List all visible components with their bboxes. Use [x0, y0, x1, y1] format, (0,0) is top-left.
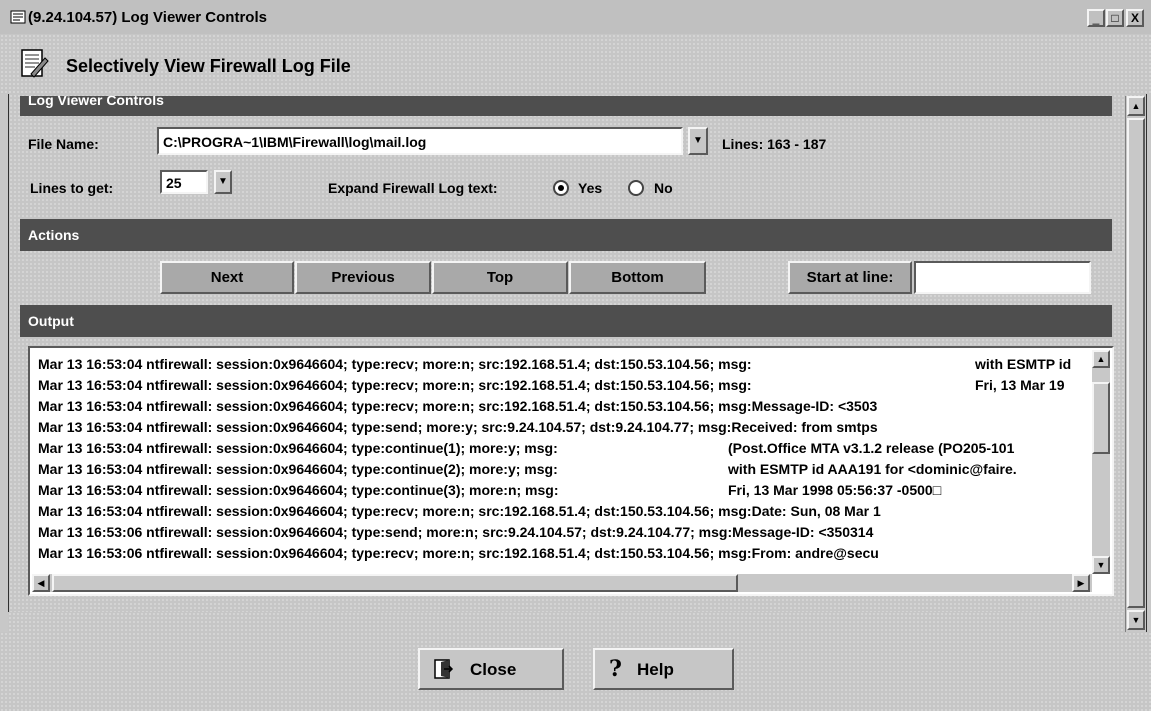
expand-no-radio[interactable]	[628, 180, 644, 196]
log-line: Mar 13 16:53:06 ntfirewall: session:0x96…	[38, 522, 1088, 543]
window-title: (9.24.104.57) Log Viewer Controls	[28, 9, 267, 26]
header: Selectively View Firewall Log File	[0, 34, 1151, 94]
help-button-label: Help	[637, 660, 674, 679]
log-line: Mar 13 16:53:04 ntfirewall: session:0x96…	[38, 375, 1088, 396]
log-line: Mar 13 16:53:04 ntfirewall: session:0x96…	[38, 417, 1088, 438]
previous-button[interactable]: Previous	[295, 261, 431, 294]
scroll-left-icon[interactable]: ◀	[32, 574, 50, 592]
log-line: Mar 13 16:53:04 ntfirewall: session:0x96…	[38, 396, 1088, 417]
expand-yes-label: Yes	[578, 180, 603, 196]
lines-to-get-label: Lines to get:	[30, 180, 114, 196]
log-line-text: Mar 13 16:53:04 ntfirewall: session:0x96…	[38, 503, 881, 519]
title-bar: (9.24.104.57) Log Viewer Controls _ □ X	[0, 0, 1151, 35]
log-line: Mar 13 16:53:04 ntfirewall: session:0x96…	[38, 438, 1088, 459]
log-line-continuation: with ESMTP id AAA191 for <dominic@faire.	[728, 461, 1017, 477]
log-line: Mar 13 16:53:06 ntfirewall: session:0x96…	[38, 543, 1088, 564]
log-line-text: Mar 13 16:53:06 ntfirewall: session:0x96…	[38, 545, 879, 561]
log-line-text: Mar 13 16:53:04 ntfirewall: session:0x96…	[38, 377, 752, 393]
close-window-button[interactable]: X	[1126, 9, 1144, 27]
scroll-down-icon[interactable]: ▼	[1092, 556, 1110, 574]
question-mark-icon: ?	[609, 656, 622, 682]
expand-yes-radio[interactable]	[553, 180, 569, 196]
pane-scroll-up-icon[interactable]: ▲	[1127, 96, 1145, 116]
log-line-text: Mar 13 16:53:06 ntfirewall: session:0x96…	[38, 524, 874, 540]
file-name-field[interactable]: C:\PROGRA~1\IBM\Firewall\log\mail.log	[157, 127, 683, 155]
log-document-icon	[19, 48, 49, 80]
output-text-area[interactable]: Mar 13 16:53:04 ntfirewall: session:0x96…	[28, 346, 1114, 596]
pane-vertical-scrollbar[interactable]: ▲ ▼	[1125, 96, 1146, 632]
chevron-down-icon: ▼	[218, 176, 228, 187]
log-line-text: Mar 13 16:53:04 ntfirewall: session:0x96…	[38, 398, 878, 414]
expand-no-label: No	[654, 180, 673, 196]
log-line-text: Mar 13 16:53:04 ntfirewall: session:0x96…	[38, 482, 559, 498]
exit-door-icon	[432, 658, 454, 685]
lines-range-label: Lines: 163 - 187	[722, 136, 827, 152]
page-title: Selectively View Firewall Log File	[66, 56, 351, 76]
lines-to-get-field[interactable]: 25	[160, 170, 208, 194]
section-header-actions: Actions	[20, 219, 1112, 251]
log-line-continuation: Fri, 13 Mar 19	[975, 377, 1065, 393]
section-header-output: Output	[20, 305, 1112, 337]
output-vertical-scrollbar[interactable]: ▲ ▼	[1092, 350, 1110, 574]
log-line-text: Mar 13 16:53:04 ntfirewall: session:0x96…	[38, 419, 878, 435]
bottom-button[interactable]: Bottom	[569, 261, 706, 294]
output-horizontal-scrollbar[interactable]: ◀ ▶	[32, 574, 1092, 592]
file-name-label: File Name:	[28, 136, 99, 152]
log-line: Mar 13 16:53:04 ntfirewall: session:0x96…	[38, 354, 1088, 375]
next-button[interactable]: Next	[160, 261, 294, 294]
log-line: Mar 13 16:53:04 ntfirewall: session:0x96…	[38, 480, 1088, 501]
help-button[interactable]: ? Help	[593, 648, 734, 690]
minimize-button[interactable]: _	[1087, 9, 1105, 27]
log-line-continuation: with ESMTP id	[975, 356, 1072, 372]
close-button[interactable]: Close	[418, 648, 564, 690]
app-icon	[10, 9, 26, 25]
section-header-log-viewer-controls: Log Viewer Controls	[20, 96, 1112, 116]
maximize-button[interactable]: □	[1106, 9, 1124, 27]
expand-log-text-label: Expand Firewall Log text:	[328, 180, 498, 196]
scroll-up-icon[interactable]: ▲	[1092, 350, 1110, 368]
output-horizontal-scroll-thumb[interactable]	[52, 574, 738, 592]
output-vertical-scroll-thumb[interactable]	[1092, 382, 1110, 454]
log-line-text: Mar 13 16:53:04 ntfirewall: session:0x96…	[38, 440, 558, 456]
log-line-continuation: Fri, 13 Mar 1998 05:56:37 -0500□	[728, 482, 942, 498]
pane-footer	[8, 612, 1125, 632]
file-dropdown-button[interactable]: ▼	[688, 127, 708, 155]
lines-dropdown-button[interactable]: ▼	[214, 170, 232, 194]
dialog-button-bar: Close ? Help	[0, 632, 1151, 711]
top-button[interactable]: Top	[432, 261, 568, 294]
pane-vertical-scroll-thumb[interactable]	[1127, 118, 1145, 608]
start-at-line-button[interactable]: Start at line:	[788, 261, 912, 294]
log-line: Mar 13 16:53:04 ntfirewall: session:0x96…	[38, 501, 1088, 522]
lines-to-get-combo[interactable]: 25 ▼	[160, 170, 233, 198]
file-name-combo[interactable]: C:\PROGRA~1\IBM\Firewall\log\mail.log ▼	[157, 127, 708, 159]
start-at-line-field[interactable]	[914, 261, 1091, 294]
log-line-text: Mar 13 16:53:04 ntfirewall: session:0x96…	[38, 461, 558, 477]
chevron-down-icon: ▼	[693, 135, 703, 146]
close-button-label: Close	[470, 660, 517, 679]
log-line-text: Mar 13 16:53:04 ntfirewall: session:0x96…	[38, 356, 752, 372]
log-line: Mar 13 16:53:04 ntfirewall: session:0x96…	[38, 459, 1088, 480]
scroll-right-icon[interactable]: ▶	[1072, 574, 1090, 592]
pane-scroll-down-icon[interactable]: ▼	[1127, 610, 1145, 630]
log-line-continuation: (Post.Office MTA v3.1.2 release (PO205-1…	[728, 440, 1015, 456]
log-lines: Mar 13 16:53:04 ntfirewall: session:0x96…	[38, 354, 1088, 566]
